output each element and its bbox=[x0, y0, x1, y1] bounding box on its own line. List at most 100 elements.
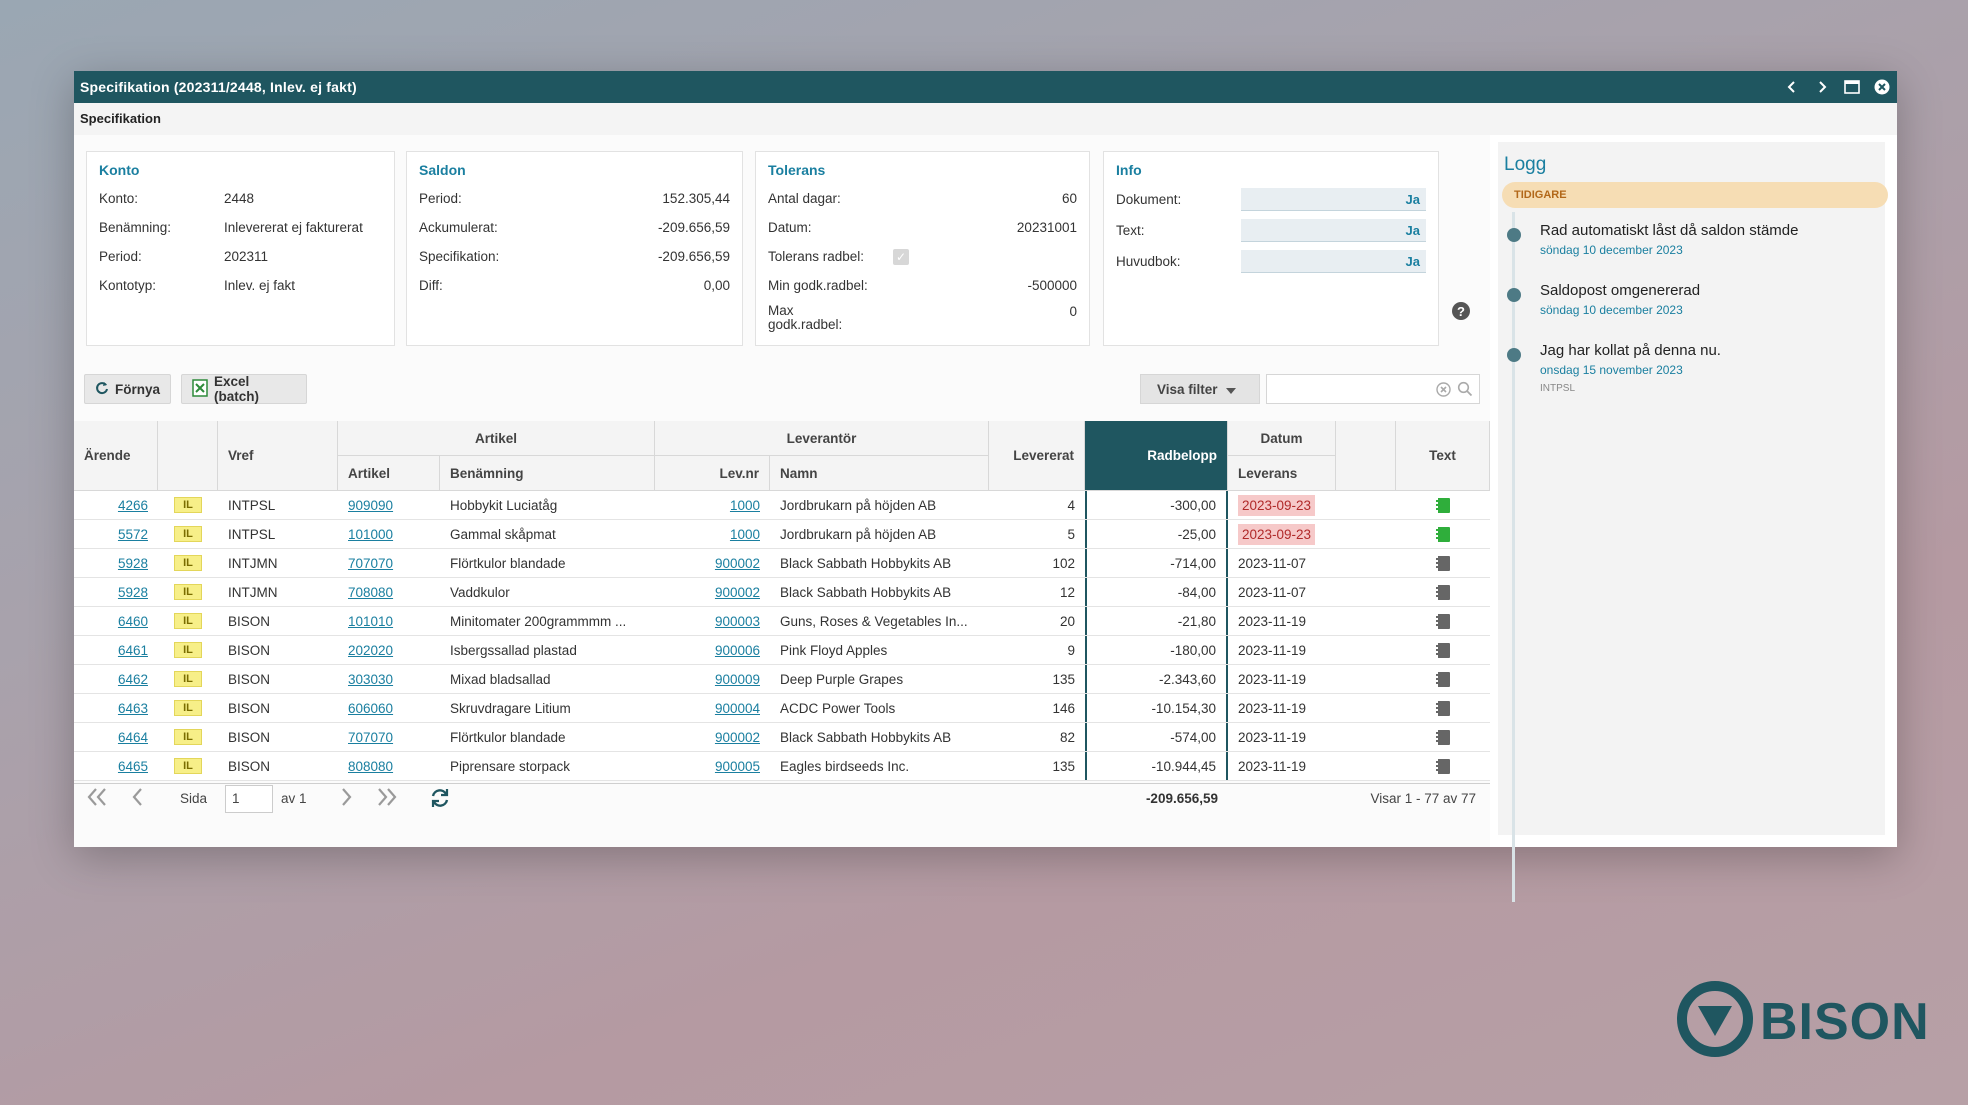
clear-icon[interactable] bbox=[1436, 382, 1451, 402]
levnr-link[interactable]: 900004 bbox=[655, 694, 770, 722]
col-namn[interactable]: Namn bbox=[770, 456, 989, 491]
type-badge: IL bbox=[174, 497, 202, 513]
tolerans-radbel-label: Tolerans radbel: bbox=[768, 249, 865, 264]
log-entry-date: söndag 10 december 2023 bbox=[1540, 243, 1683, 257]
col-artikel[interactable]: Artikel bbox=[338, 456, 440, 491]
page-input[interactable]: 1 bbox=[225, 785, 273, 813]
text-doc-icon[interactable] bbox=[1396, 723, 1490, 751]
table-row[interactable]: 6461 IL BISON 202020 Isbergssallad plast… bbox=[74, 636, 1490, 665]
artikel-link[interactable]: 101010 bbox=[338, 607, 440, 635]
page-count: av 1 bbox=[281, 791, 307, 806]
grid-toolbar: Förnya Excel (batch) Visa filter bbox=[84, 374, 1480, 404]
artikel-link[interactable]: 808080 bbox=[338, 752, 440, 780]
col-text[interactable]: Text bbox=[1396, 421, 1490, 491]
arende-link[interactable]: 4266 bbox=[74, 491, 158, 519]
table-row[interactable]: 6460 IL BISON 101010 Minitomater 200gram… bbox=[74, 607, 1490, 636]
arende-link[interactable]: 5572 bbox=[74, 520, 158, 548]
table-row[interactable]: 5928 IL INTJMN 708080 Vaddkulor 900002 B… bbox=[74, 578, 1490, 607]
next-page-icon[interactable] bbox=[340, 787, 354, 810]
datum-value: 20231001 bbox=[1016, 220, 1077, 235]
col-levnr[interactable]: Lev.nr bbox=[655, 456, 770, 491]
previous-page-icon[interactable] bbox=[130, 787, 144, 810]
table-row[interactable]: 5572 IL INTPSL 101000 Gammal skåpmat 100… bbox=[74, 520, 1490, 549]
text-doc-icon[interactable] bbox=[1396, 752, 1490, 780]
search-input[interactable] bbox=[1266, 374, 1480, 404]
tolerans-radbel-checkbox[interactable]: ✓ bbox=[893, 248, 909, 265]
text-doc-icon[interactable] bbox=[1396, 549, 1490, 577]
arende-link[interactable]: 5928 bbox=[74, 578, 158, 606]
text-field[interactable]: Ja bbox=[1241, 219, 1426, 242]
fornya-button[interactable]: Förnya bbox=[84, 374, 171, 404]
artikel-link[interactable]: 303030 bbox=[338, 665, 440, 693]
group-leverantor: Leverantör bbox=[655, 421, 989, 456]
arende-link[interactable]: 6461 bbox=[74, 636, 158, 664]
text-doc-icon[interactable] bbox=[1396, 520, 1490, 548]
artikel-link[interactable]: 909090 bbox=[338, 491, 440, 519]
table-row[interactable]: 4266 IL INTPSL 909090 Hobbykit Luciatåg … bbox=[74, 491, 1490, 520]
arende-link[interactable]: 6462 bbox=[74, 665, 158, 693]
first-page-icon[interactable] bbox=[86, 787, 108, 810]
max-godk-label: Max godk.radbel: bbox=[768, 303, 843, 332]
namn-cell: Eagles birdseeds Inc. bbox=[780, 758, 910, 774]
help-icon[interactable]: ? bbox=[1452, 302, 1470, 320]
levnr-link[interactable]: 1000 bbox=[655, 520, 770, 548]
namn-cell: Pink Floyd Apples bbox=[780, 642, 888, 658]
arende-link[interactable]: 6464 bbox=[74, 723, 158, 751]
levnr-link[interactable]: 900002 bbox=[655, 549, 770, 577]
col-vref[interactable]: Vref bbox=[218, 421, 338, 491]
previous-icon[interactable] bbox=[1783, 78, 1801, 96]
search-icon[interactable] bbox=[1457, 381, 1473, 402]
huvudbok-field[interactable]: Ja bbox=[1241, 250, 1426, 273]
text-doc-icon[interactable] bbox=[1396, 665, 1490, 693]
table-row[interactable]: 6462 IL BISON 303030 Mixad bladsallad 90… bbox=[74, 665, 1490, 694]
artikel-link[interactable]: 202020 bbox=[338, 636, 440, 664]
bison-logo: BISON bbox=[1676, 980, 1930, 1063]
dokument-field[interactable]: Ja bbox=[1241, 188, 1426, 211]
text-doc-icon[interactable] bbox=[1396, 491, 1490, 519]
arende-link[interactable]: 5928 bbox=[74, 549, 158, 577]
col-leverans[interactable]: Leverans bbox=[1228, 456, 1336, 491]
artikel-link[interactable]: 708080 bbox=[338, 578, 440, 606]
col-benamning[interactable]: Benämning bbox=[440, 456, 655, 491]
table-row[interactable]: 6464 IL BISON 707070 Flörtkulor blandade… bbox=[74, 723, 1490, 752]
saldon-panel: Saldon Period: 152.305,44 Ackumulerat: -20… bbox=[406, 151, 743, 346]
last-page-icon[interactable] bbox=[376, 787, 398, 810]
leverans-cell: 2023-11-19 bbox=[1238, 758, 1307, 774]
maximize-icon[interactable] bbox=[1843, 78, 1861, 96]
levnr-link[interactable]: 900009 bbox=[655, 665, 770, 693]
arende-link[interactable]: 6460 bbox=[74, 607, 158, 635]
text-doc-icon[interactable] bbox=[1396, 636, 1490, 664]
artikel-link[interactable]: 707070 bbox=[338, 549, 440, 577]
arende-link[interactable]: 6463 bbox=[74, 694, 158, 722]
col-arende[interactable]: Ärende bbox=[74, 421, 158, 491]
text-doc-icon[interactable] bbox=[1396, 607, 1490, 635]
artikel-link[interactable]: 707070 bbox=[338, 723, 440, 751]
col-levererat[interactable]: Levererat bbox=[989, 421, 1085, 491]
artikel-link[interactable]: 101000 bbox=[338, 520, 440, 548]
info-panel: Info Dokument: Ja Text: Ja Huvudbok: Ja bbox=[1103, 151, 1439, 346]
levnr-link[interactable]: 1000 bbox=[655, 491, 770, 519]
levnr-link[interactable]: 900006 bbox=[655, 636, 770, 664]
table-row[interactable]: 5928 IL INTJMN 707070 Flörtkulor blandad… bbox=[74, 549, 1490, 578]
col-radbelopp[interactable]: Radbelopp bbox=[1085, 421, 1228, 491]
close-icon[interactable] bbox=[1873, 78, 1891, 96]
reload-icon[interactable] bbox=[429, 787, 451, 812]
artikel-link[interactable]: 606060 bbox=[338, 694, 440, 722]
levnr-link[interactable]: 900002 bbox=[655, 578, 770, 606]
col-typ[interactable] bbox=[158, 421, 218, 491]
visa-filter-button[interactable]: Visa filter bbox=[1140, 374, 1260, 404]
text-doc-icon[interactable] bbox=[1396, 694, 1490, 722]
table-row[interactable]: 6463 IL BISON 606060 Skruvdragare Litium… bbox=[74, 694, 1490, 723]
levnr-link[interactable]: 900003 bbox=[655, 607, 770, 635]
next-icon[interactable] bbox=[1813, 78, 1831, 96]
levnr-link[interactable]: 900002 bbox=[655, 723, 770, 751]
arende-link[interactable]: 6465 bbox=[74, 752, 158, 780]
levnr-link[interactable]: 900005 bbox=[655, 752, 770, 780]
pager: Sida 1 av 1 Visar 1 - 77 av 77 bbox=[74, 781, 1490, 819]
text-doc-icon[interactable] bbox=[1396, 578, 1490, 606]
radbelopp-cell: -25,00 bbox=[1085, 520, 1228, 548]
levererat-cell: 135 bbox=[1052, 758, 1075, 774]
levererat-cell: 9 bbox=[1067, 642, 1075, 658]
excel-batch-button[interactable]: Excel (batch) bbox=[181, 374, 307, 404]
table-row[interactable]: 6465 IL BISON 808080 Piprensare storpack… bbox=[74, 752, 1490, 781]
